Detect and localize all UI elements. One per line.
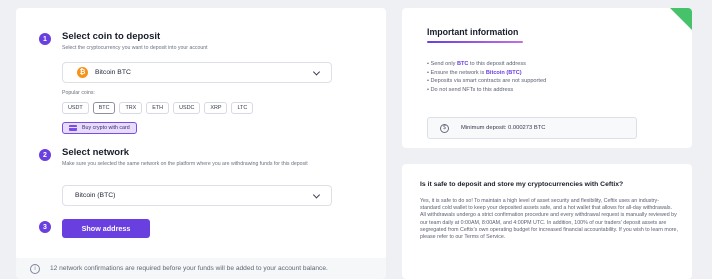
- important-info-list: Send only BTC to this deposit address En…: [427, 60, 547, 95]
- confirmations-note-text: 12 network confirmations are required be…: [50, 265, 328, 272]
- coin-chip-eth[interactable]: ETH: [146, 102, 170, 114]
- faq-answer: Yes, it is safe to do so! To maintain a …: [420, 198, 678, 241]
- minimum-deposit-box: $ Minimum deposit: 0.000273 BTC: [427, 117, 637, 139]
- buy-crypto-label: Buy crypto with card: [82, 125, 130, 131]
- confirmations-note: i 12 network confirmations are required …: [16, 258, 386, 279]
- deposit-form-card: 1 Select coin to deposit Select the cryp…: [16, 8, 386, 260]
- coin-chip-usdt[interactable]: USDT: [62, 102, 89, 114]
- chevron-down-icon: [312, 190, 321, 199]
- step-1-subtitle: Select the cryptocurrency you want to de…: [62, 45, 208, 51]
- bitcoin-icon: ₿: [77, 67, 88, 78]
- coin-chip-trx[interactable]: TRX: [119, 102, 143, 114]
- show-address-button[interactable]: Show address: [62, 219, 150, 238]
- corner-badge: [670, 8, 692, 30]
- title-underline: [427, 41, 523, 43]
- popular-coins-label: Popular coins:: [62, 90, 95, 96]
- faq-question: Is it safe to deposit and store my crypt…: [420, 181, 624, 188]
- step-1-title: Select coin to deposit: [62, 31, 161, 42]
- important-info-title: Important information: [427, 27, 519, 37]
- info-bullet-2: Ensure the network is Bitcoin (BTC): [427, 69, 546, 78]
- coin-chip-btc[interactable]: BTC: [92, 102, 116, 114]
- step-2-title: Select network: [62, 147, 130, 158]
- info-icon: i: [30, 263, 40, 274]
- coin-chip-usdc[interactable]: USDC: [173, 102, 201, 114]
- info-bullet-3: Deposits via smart contracts are not sup…: [427, 77, 547, 86]
- coin-select[interactable]: ₿ Bitcoin BTC: [62, 62, 332, 83]
- coin-outline-icon: $: [440, 123, 449, 133]
- coin-chip-ltc[interactable]: LTC: [231, 102, 254, 114]
- step-2-badge: 2: [39, 149, 51, 161]
- chevron-down-icon: [312, 67, 321, 76]
- network-select[interactable]: Bitcoin (BTC): [62, 185, 332, 206]
- important-info-card: Important information Send only BTC to t…: [402, 8, 692, 148]
- info-bullet-1: Send only BTC to this deposit address: [427, 60, 546, 69]
- popular-coins-list: USDT BTC TRX ETH USDC XRP LTC: [62, 102, 254, 114]
- step-2-subtitle: Make sure you selected the same network …: [62, 161, 308, 167]
- step-3-badge: 3: [39, 221, 51, 233]
- faq-card: Is it safe to deposit and store my crypt…: [402, 164, 692, 279]
- coin-chip-xrp[interactable]: XRP: [204, 102, 228, 114]
- buy-crypto-button[interactable]: Buy crypto with card: [62, 122, 137, 134]
- credit-card-icon: [69, 125, 77, 131]
- network-select-value: Bitcoin (BTC): [75, 192, 116, 199]
- step-1-badge: 1: [39, 33, 51, 45]
- coin-select-value: Bitcoin BTC: [95, 69, 131, 76]
- info-bullet-4: Do not send NFTs to this address: [427, 86, 546, 95]
- minimum-deposit-text: Minimum deposit: 0.000273 BTC: [461, 125, 546, 131]
